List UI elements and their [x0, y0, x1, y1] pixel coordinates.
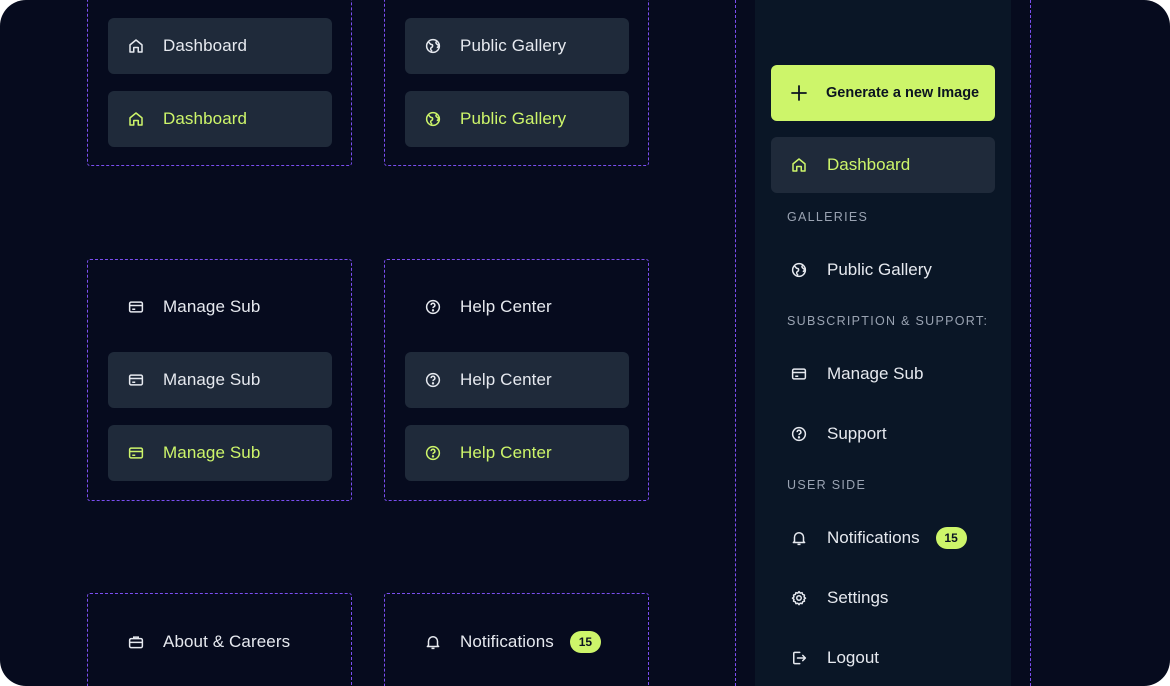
bell-icon [423, 632, 443, 652]
help-center-item-default[interactable]: Help Center [405, 352, 629, 408]
sidebar-item-label: Public Gallery [827, 260, 932, 279]
credit-card-icon [789, 364, 809, 384]
section-heading-galleries: GALLERIES [787, 210, 869, 224]
guide-line-left [735, 0, 736, 686]
dashboard-item-default[interactable]: Dashboard [108, 18, 332, 74]
brand-logo-fragment [920, 0, 950, 4]
manage-sub-variants-group: Manage Sub Manage Sub Manage Sub [87, 259, 352, 501]
item-label: Manage Sub [163, 370, 261, 389]
logout-icon [789, 648, 809, 668]
manage-sub-item-plain[interactable]: Manage Sub [108, 279, 332, 335]
item-label: Dashboard [163, 36, 248, 55]
public-gallery-item-default[interactable]: Public Gallery [405, 18, 629, 74]
public-gallery-variants-group: Public Gallery Public Gallery [384, 0, 649, 166]
globe-icon [423, 109, 443, 129]
manage-sub-item-active[interactable]: Manage Sub [108, 425, 332, 481]
item-label: Manage Sub [163, 443, 261, 462]
item-label: Help Center [460, 297, 552, 316]
globe-icon [423, 36, 443, 56]
notification-count-badge: 15 [569, 631, 601, 653]
notifications-variants-group: Notifications 15 [384, 593, 649, 686]
sidebar-item-label: Manage Sub [827, 364, 924, 383]
bell-icon [789, 528, 809, 548]
sidebar-item-label: Logout [827, 648, 879, 667]
notification-count-badge: 15 [935, 527, 967, 549]
help-circle-icon [423, 370, 443, 390]
globe-icon [789, 260, 809, 280]
sidebar-item-notifications[interactable]: Notifications 15 [771, 510, 995, 566]
guide-line-right [1030, 0, 1031, 686]
section-heading-user-side: USER SIDE [787, 478, 867, 492]
home-icon [126, 36, 146, 56]
generate-image-label: Generate a new Image [826, 85, 980, 101]
help-center-variants-group: Help Center Help Center Help Center [384, 259, 649, 501]
item-label: Notifications [460, 632, 554, 651]
home-icon [126, 109, 146, 129]
section-heading-subscription: SUBSCRIPTION & SUPPORT: [787, 314, 989, 328]
item-label: About & Careers [163, 632, 291, 651]
sidebar-item-label: Support [827, 424, 887, 443]
help-center-item-plain[interactable]: Help Center [405, 279, 629, 335]
sidebar-item-support[interactable]: Support [771, 406, 995, 462]
item-label: Dashboard [163, 109, 248, 128]
item-label: Public Gallery [460, 36, 567, 55]
design-canvas: Dashboard Dashboard Public Gallery Publi… [0, 0, 1170, 686]
dashboard-variants-group: Dashboard Dashboard [87, 0, 352, 166]
about-variants-group: About & Careers [87, 593, 352, 686]
public-gallery-item-active[interactable]: Public Gallery [405, 91, 629, 147]
sidebar-item-public-gallery[interactable]: Public Gallery [771, 242, 995, 298]
credit-card-icon [126, 370, 146, 390]
credit-card-icon [126, 443, 146, 463]
notifications-item-plain[interactable]: Notifications 15 [405, 614, 629, 670]
help-circle-icon [789, 424, 809, 444]
credit-card-icon [126, 297, 146, 317]
briefcase-icon [126, 632, 146, 652]
help-circle-icon [423, 443, 443, 463]
gear-icon [789, 588, 809, 608]
sidebar-item-manage-sub[interactable]: Manage Sub [771, 346, 995, 402]
sidebar-item-logout[interactable]: Logout [771, 630, 995, 686]
sidebar-item-label: Dashboard [827, 155, 911, 174]
generate-image-button[interactable]: Generate a new Image [771, 65, 995, 121]
sidebar-item-settings[interactable]: Settings [771, 570, 995, 626]
item-label: Help Center [460, 443, 552, 462]
help-center-item-active[interactable]: Help Center [405, 425, 629, 481]
about-item-plain[interactable]: About & Careers [108, 614, 332, 670]
sidebar-item-label: Notifications [827, 528, 920, 547]
sidebar-item-label: Settings [827, 588, 889, 607]
sidebar-item-dashboard[interactable]: Dashboard [771, 137, 995, 193]
dashboard-item-active[interactable]: Dashboard [108, 91, 332, 147]
item-label: Help Center [460, 370, 552, 389]
home-icon [789, 155, 809, 175]
item-label: Public Gallery [460, 109, 567, 128]
manage-sub-item-default[interactable]: Manage Sub [108, 352, 332, 408]
item-label: Manage Sub [163, 297, 261, 316]
help-circle-icon [423, 297, 443, 317]
plus-icon [789, 83, 809, 103]
